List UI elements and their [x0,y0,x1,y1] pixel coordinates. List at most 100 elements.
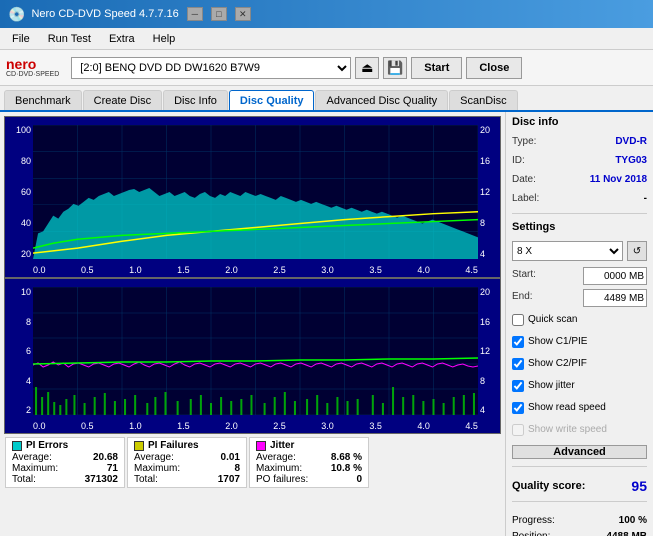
pif-avg-value: 0.01 [221,452,240,463]
show-write-speed-checkbox [512,424,524,436]
disc-type-row: Type: DVD-R [512,134,647,149]
title-icon: 💿 [8,6,25,23]
disc-date-value: 11 Nov 2018 [590,172,647,187]
pif-max-value: 8 [234,463,240,474]
pi-errors-title: PI Errors [26,440,68,451]
drive-selector[interactable]: [2:0] BENQ DVD DD DW1620 B7W9 [71,57,351,79]
pi-total-label: Total: [12,474,36,485]
tab-scandisc[interactable]: ScanDisc [449,90,517,110]
start-button[interactable]: Start [411,57,462,79]
show-jitter-checkbox[interactable] [512,380,524,392]
pi-avg-value: 20.68 [93,452,118,463]
end-mb-row: End: [512,289,647,307]
end-mb-input[interactable] [583,289,647,307]
maximize-button[interactable]: □ [211,7,227,21]
pi-errors-color [12,441,22,451]
menubar: File Run Test Extra Help [0,28,653,50]
progress-label: Progress: [512,513,555,529]
pif-total-label: Total: [134,474,158,485]
jitter-max-label: Maximum: [256,463,302,474]
pif-chart: 10 8 6 4 2 20 16 12 8 4 [4,278,501,434]
jitter-avg-value: 8.68 % [331,452,362,463]
main-content: 100 80 60 40 20 20 16 12 8 4 [0,112,653,536]
menu-file[interactable]: File [4,31,38,47]
disc-label-value: - [644,191,647,206]
disc-date-label: Date: [512,172,536,187]
menu-run-test[interactable]: Run Test [40,31,99,47]
show-read-speed-row: Show read speed [512,399,647,417]
advanced-button[interactable]: Advanced [512,445,647,459]
legend: PI Errors Average: 20.68 Maximum: 71 Tot… [4,434,501,491]
show-c1pie-label: Show C1/PIE [528,333,587,351]
jitter-color [256,441,266,451]
position-label: Position: [512,529,550,536]
tabs: Benchmark Create Disc Disc Info Disc Qua… [0,86,653,112]
close-toolbar-button[interactable]: Close [466,57,522,79]
quick-scan-row: Quick scan [512,311,647,329]
show-jitter-label: Show jitter [528,377,575,395]
divider-2 [512,466,647,467]
menu-help[interactable]: Help [145,31,184,47]
jitter-title: Jitter [270,440,294,451]
disc-id-row: ID: TYG03 [512,153,647,168]
disc-label-row: Label: - [512,191,647,206]
pie-chart-svg [33,125,478,259]
progress-section: Progress: 100 % Position: 4488 MB Speed:… [512,513,647,536]
toolbar: nero CD·DVD·SPEED [2:0] BENQ DVD DD DW16… [0,50,653,86]
progress-value: 100 % [619,513,647,529]
pif-avg-label: Average: [134,452,174,463]
show-read-speed-checkbox[interactable] [512,402,524,414]
show-c2pif-checkbox[interactable] [512,358,524,370]
menu-extra[interactable]: Extra [101,31,143,47]
pi-avg-label: Average: [12,452,52,463]
tab-disc-info[interactable]: Disc Info [163,90,228,110]
title-text: Nero CD-DVD Speed 4.7.7.16 [31,8,178,20]
eject-button[interactable]: ⏏ [355,57,379,79]
pi-failures-color [134,441,144,451]
pi-max-label: Maximum: [12,463,58,474]
quality-score-row: Quality score: 95 [512,478,647,494]
po-failures-label: PO failures: [256,474,308,485]
pi-failures-title: PI Failures [148,440,199,451]
right-panel: Disc info Type: DVD-R ID: TYG03 Date: 11… [505,112,653,536]
disc-label-label: Label: [512,191,539,206]
quality-score-value: 95 [631,478,647,494]
charts-area: 100 80 60 40 20 20 16 12 8 4 [0,112,505,536]
y-axis-right-top: 20 16 12 8 4 [478,125,500,259]
pi-total-value: 371302 [85,474,118,485]
save-button[interactable]: 💾 [383,57,407,79]
y-axis-left-top: 100 80 60 40 20 [7,125,31,259]
quality-score-label: Quality score: [512,480,585,492]
pif-max-label: Maximum: [134,463,180,474]
legend-pi-errors: PI Errors Average: 20.68 Maximum: 71 Tot… [5,437,125,488]
show-c1pie-checkbox[interactable] [512,336,524,348]
nero-sub: CD·DVD·SPEED [6,71,59,78]
pi-max-value: 71 [107,463,118,474]
minimize-button[interactable]: ─ [187,7,203,21]
disc-id-label: ID: [512,153,525,168]
y-axis-right-bottom: 20 16 12 8 4 [478,287,500,415]
end-mb-label: End: [512,289,533,307]
tab-advanced-disc-quality[interactable]: Advanced Disc Quality [315,90,448,110]
y-axis-left-bottom: 10 8 6 4 2 [7,287,31,415]
quick-scan-checkbox[interactable] [512,314,524,326]
tab-benchmark[interactable]: Benchmark [4,90,82,110]
nero-logo: nero CD·DVD·SPEED [6,57,59,78]
tab-disc-quality[interactable]: Disc Quality [229,90,315,110]
disc-info-title: Disc info [512,116,647,128]
close-button[interactable]: ✕ [235,7,251,21]
pif-chart-svg [33,287,478,415]
disc-type-value: DVD-R [615,134,647,149]
jitter-max-value: 10.8 % [331,463,362,474]
speed-settings-row: 8 X 4 X 2 X Max ↺ [512,241,647,261]
speed-select[interactable]: 8 X 4 X 2 X Max [512,241,623,261]
start-mb-row: Start: [512,267,647,285]
po-failures-value: 0 [356,474,362,485]
legend-pi-failures: PI Failures Average: 0.01 Maximum: 8 Tot… [127,437,247,488]
settings-refresh-button[interactable]: ↺ [627,241,647,261]
x-axis-bottom: 0.0 0.5 1.0 1.5 2.0 2.5 3.0 3.5 4.0 4.5 [33,421,478,431]
tab-create-disc[interactable]: Create Disc [83,90,162,110]
show-jitter-row: Show jitter [512,377,647,395]
start-mb-input[interactable] [583,267,647,285]
progress-row: Progress: 100 % [512,513,647,529]
